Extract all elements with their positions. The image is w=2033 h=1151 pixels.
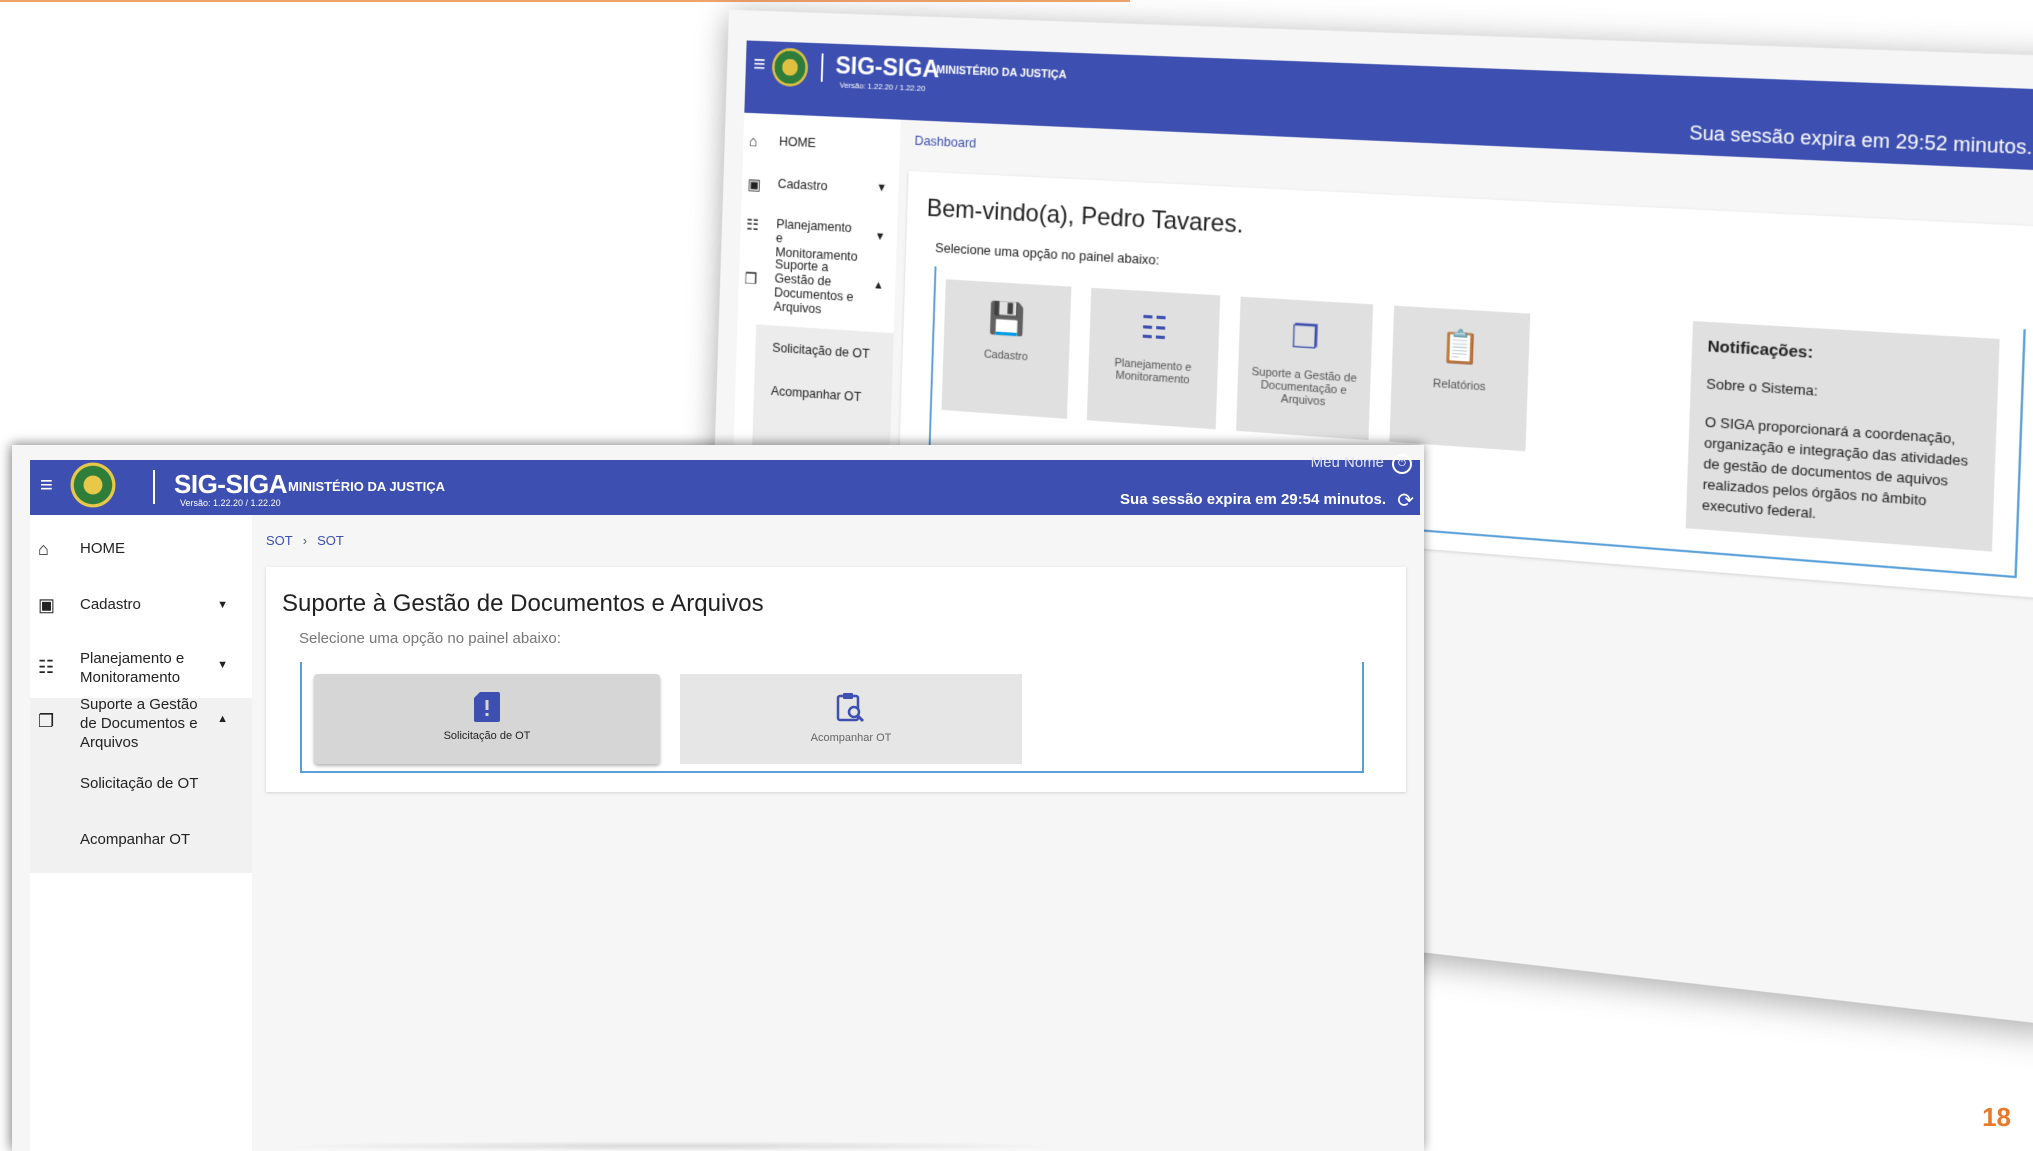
label-line: Planejamento e bbox=[80, 650, 184, 667]
documents-icon: ❐ bbox=[38, 711, 54, 732]
home-icon: ⌂ bbox=[749, 133, 758, 150]
planning-icon: ☷ bbox=[1089, 306, 1219, 350]
breadcrumb-item[interactable]: SOT bbox=[266, 533, 293, 548]
notifications-subtitle: Sobre o Sistema: bbox=[1706, 375, 1981, 409]
version-text: Versão: 1.22.20 / 1.22.20 bbox=[180, 498, 281, 508]
app-name: SIG-SIGA bbox=[174, 469, 287, 500]
tile-label: Planejamento e Monitoramento bbox=[1114, 357, 1191, 387]
home-icon: ⌂ bbox=[38, 539, 49, 560]
choose-hint: Selecione uma opção no painel abaixo: bbox=[935, 240, 1160, 268]
hamburger-icon[interactable]: ≡ bbox=[40, 472, 53, 498]
sidebar-item-label: Cadastro bbox=[777, 177, 827, 194]
planning-icon: ☷ bbox=[746, 215, 759, 234]
content-card: Suporte à Gestão de Documentos e Arquivo… bbox=[266, 567, 1406, 792]
save-icon: 💾 bbox=[944, 298, 1071, 342]
sidebar-item-label: Planejamento e Monitoramento bbox=[80, 649, 184, 687]
documents-icon: ❐ bbox=[744, 269, 757, 288]
badge-icon: ▣ bbox=[747, 175, 761, 194]
chevron-up-icon: ▲ bbox=[873, 279, 884, 292]
clipboard-search-icon bbox=[835, 692, 867, 724]
options-panel: Solicitação de OT Acompanhar OT bbox=[300, 662, 1364, 773]
tile-solicitacao-ot[interactable]: Solicitação de OT bbox=[314, 674, 660, 764]
chevron-down-icon: ▼ bbox=[217, 659, 228, 671]
tile-relatorios[interactable]: 📋 Relatórios bbox=[1389, 306, 1530, 452]
header-separator bbox=[153, 470, 155, 504]
brasao-logo bbox=[771, 47, 808, 87]
brasao-logo bbox=[70, 462, 116, 508]
session-timer: Sua sessão expira em 29:54 minutos. bbox=[1120, 491, 1386, 508]
tile-label: Cadastro bbox=[984, 348, 1028, 363]
sidebar-item-planejamento[interactable]: ☷ Planejamento e Monitoramento ▼ bbox=[741, 215, 897, 223]
breadcrumb-item[interactable]: SOT bbox=[317, 533, 344, 548]
breadcrumb[interactable]: Dashboard bbox=[914, 133, 976, 151]
chevron-down-icon: ▼ bbox=[876, 182, 887, 195]
chevron-up-icon: ▲ bbox=[217, 713, 228, 725]
ministry-name: MINISTÉRIO DA JUSTIÇA bbox=[288, 479, 445, 494]
chevron-down-icon: ▼ bbox=[217, 599, 228, 611]
slide-top-line bbox=[0, 0, 1130, 2]
power-icon[interactable]: ⏻ bbox=[1392, 454, 1412, 474]
ministry-name: MINISTÉRIO DA JUSTIÇA bbox=[936, 64, 1067, 82]
alert-doc-icon bbox=[474, 692, 500, 722]
session-timer: Sua sessão expira em 29:52 minutos. bbox=[1689, 122, 2033, 160]
label-line: Arquivos bbox=[80, 734, 138, 751]
front-header: ≡ SIG-SIGA MINISTÉRIO DA JUSTIÇA Versão:… bbox=[30, 460, 1420, 515]
breadcrumb: SOT › SOT bbox=[266, 533, 344, 548]
tile-suporte[interactable]: ❐ Suporte a Gestão de Documentação e Arq… bbox=[1236, 297, 1373, 441]
page-title: Suporte à Gestão de Documentos e Arquivo… bbox=[282, 590, 764, 618]
notifications-body: O SIGA proporcionará a coordenação, orga… bbox=[1702, 411, 1980, 535]
tile-label: Suporte a Gestão de Documentação e Arqui… bbox=[1251, 366, 1356, 409]
choose-hint: Selecione uma opção no painel abaixo: bbox=[299, 630, 561, 647]
sidebar-subitem-solicitacao[interactable]: Solicitação de OT bbox=[80, 775, 198, 792]
sidebar-item-home[interactable]: ⌂ HOME bbox=[744, 133, 900, 140]
clipboard-icon: 📋 bbox=[1392, 325, 1529, 371]
sidebar-item-label: HOME bbox=[80, 539, 125, 558]
notifications-title: Notificações: bbox=[1707, 337, 1983, 372]
label-line: Monitoramento bbox=[80, 669, 180, 686]
sidebar-item-label: Cadastro bbox=[80, 595, 141, 614]
badge-icon: ▣ bbox=[38, 595, 55, 616]
sidebar-item-label: HOME bbox=[779, 134, 816, 150]
tile-acompanhar-ot[interactable]: Acompanhar OT bbox=[680, 674, 1022, 764]
chevron-right-icon: › bbox=[303, 533, 307, 548]
tile-label: Solicitação de OT bbox=[444, 730, 531, 742]
welcome-title: Bem-vindo(a), Pedro Tavares. bbox=[926, 194, 1244, 240]
front-window: ≡ SIG-SIGA MINISTÉRIO DA JUSTIÇA Versão:… bbox=[12, 445, 1424, 1151]
planning-icon: ☷ bbox=[38, 657, 54, 678]
front-main: SOT › SOT Suporte à Gestão de Documentos e… bbox=[252, 515, 1424, 1151]
tile-label: Acompanhar OT bbox=[811, 732, 892, 744]
app-name: SIG-SIGA bbox=[835, 52, 940, 85]
sidebar-subitem-acompanhar[interactable]: Acompanhar OT bbox=[80, 831, 190, 848]
refresh-icon[interactable]: ⟳ bbox=[1397, 488, 1414, 513]
sidebar-item-cadastro[interactable]: ▣ Cadastro ▼ bbox=[742, 175, 898, 183]
header-separator bbox=[821, 53, 824, 81]
page-number: 18 bbox=[1982, 1102, 2011, 1133]
notifications-box: Notificações: Sobre o Sistema: O SIGA pr… bbox=[1686, 321, 2000, 552]
hamburger-icon[interactable]: ≡ bbox=[753, 51, 766, 78]
chevron-down-icon: ▼ bbox=[875, 230, 886, 243]
label-line: de Documentos e bbox=[80, 715, 198, 732]
sidebar-item-label: Suporte a Gestão de Documentos e Arquivo… bbox=[80, 695, 198, 752]
tile-label: Relatórios bbox=[1433, 377, 1486, 393]
front-sidebar: ⌂ HOME ▣ Cadastro ▼ ☷ Planejamento e Mon… bbox=[30, 515, 252, 1151]
tile-cadastro[interactable]: 💾 Cadastro bbox=[941, 279, 1071, 419]
label-line: Suporte a Gestão bbox=[80, 696, 198, 713]
tile-planejamento[interactable]: ☷ Planejamento e Monitoramento bbox=[1087, 288, 1220, 430]
documents-icon: ❐ bbox=[1239, 315, 1373, 360]
bottom-shadow bbox=[272, 1141, 1072, 1151]
sidebar-item-label: Suporte a Gestão de Documentos e Arquivo… bbox=[773, 257, 860, 319]
user-name[interactable]: Meu Nome bbox=[1311, 454, 1384, 471]
